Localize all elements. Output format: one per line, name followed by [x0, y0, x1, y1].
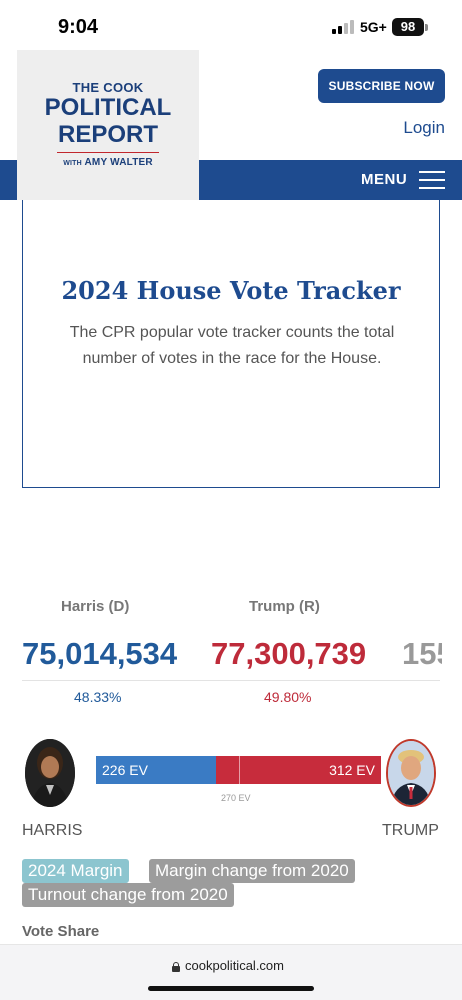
url-text[interactable]: cookpolitical.com: [185, 958, 284, 973]
trump-ev-label: 312 EV: [329, 762, 375, 778]
tracker-title: 2024 House Vote Tracker: [61, 276, 401, 305]
battery-icon: 98: [392, 18, 424, 36]
trump-vote-count: 77,300,739: [211, 636, 367, 671]
tab-2024-margin[interactable]: 2024 Margin: [22, 859, 129, 883]
logo-line-report: REPORT: [57, 121, 158, 148]
status-time: 9:04: [58, 16, 99, 38]
vote-share-heading: Vote Share: [22, 923, 100, 940]
trump-name: TRUMP: [382, 822, 439, 839]
lock-icon: [172, 962, 180, 972]
logo-byline-name: AMY WALTER: [84, 157, 153, 168]
login-link[interactable]: Login: [403, 118, 445, 138]
home-indicator[interactable]: [148, 986, 314, 991]
tab-turnout-change[interactable]: Turnout change from 2020: [22, 883, 234, 907]
logo-byline: WITH AMY WALTER: [17, 157, 199, 168]
ev-threshold-label: 270 EV: [221, 793, 251, 803]
tab-margin-change[interactable]: Margin change from 2020: [149, 859, 355, 883]
trump-percent: 49.80%: [264, 689, 312, 705]
harris-ev-label: 226 EV: [102, 762, 148, 778]
harris-header: Harris (D): [61, 598, 130, 615]
tracker-card: 2024 House Vote Tracker The CPR popular …: [22, 200, 440, 488]
other-vote-count: 155: [402, 636, 442, 671]
logo-with: WITH: [63, 160, 82, 167]
hamburger-icon[interactable]: [419, 171, 445, 189]
ev-bar: 226 EV 312 EV: [96, 756, 381, 784]
status-bar: 9:04 5G+ 98: [0, 0, 462, 50]
site-logo[interactable]: THE COOK POLITICAL REPORT WITH AMY WALTE…: [17, 50, 199, 200]
network-type: 5G+: [360, 19, 387, 35]
vote-divider: [22, 680, 440, 681]
subscribe-button[interactable]: SUBSCRIBE NOW: [318, 69, 445, 103]
harris-avatar: [25, 739, 75, 807]
harris-name: HARRIS: [22, 822, 83, 839]
trump-avatar: [386, 739, 436, 807]
harris-percent: 48.33%: [74, 689, 122, 705]
browser-address-bar[interactable]: cookpolitical.com: [0, 944, 462, 1000]
logo-line-the-cook: THE COOK: [72, 80, 144, 95]
tracker-description: The CPR popular vote tracker counts the …: [69, 324, 395, 367]
logo-divider: [57, 152, 159, 153]
harris-vote-count: 75,014,534: [22, 636, 178, 671]
logo-line-political: POLITICAL: [44, 94, 172, 121]
signal-icon: [332, 20, 354, 34]
battery-tip: [425, 24, 428, 31]
menu-label[interactable]: MENU: [361, 171, 407, 188]
trump-header: Trump (R): [249, 598, 320, 615]
ev-threshold-line: [239, 756, 240, 784]
